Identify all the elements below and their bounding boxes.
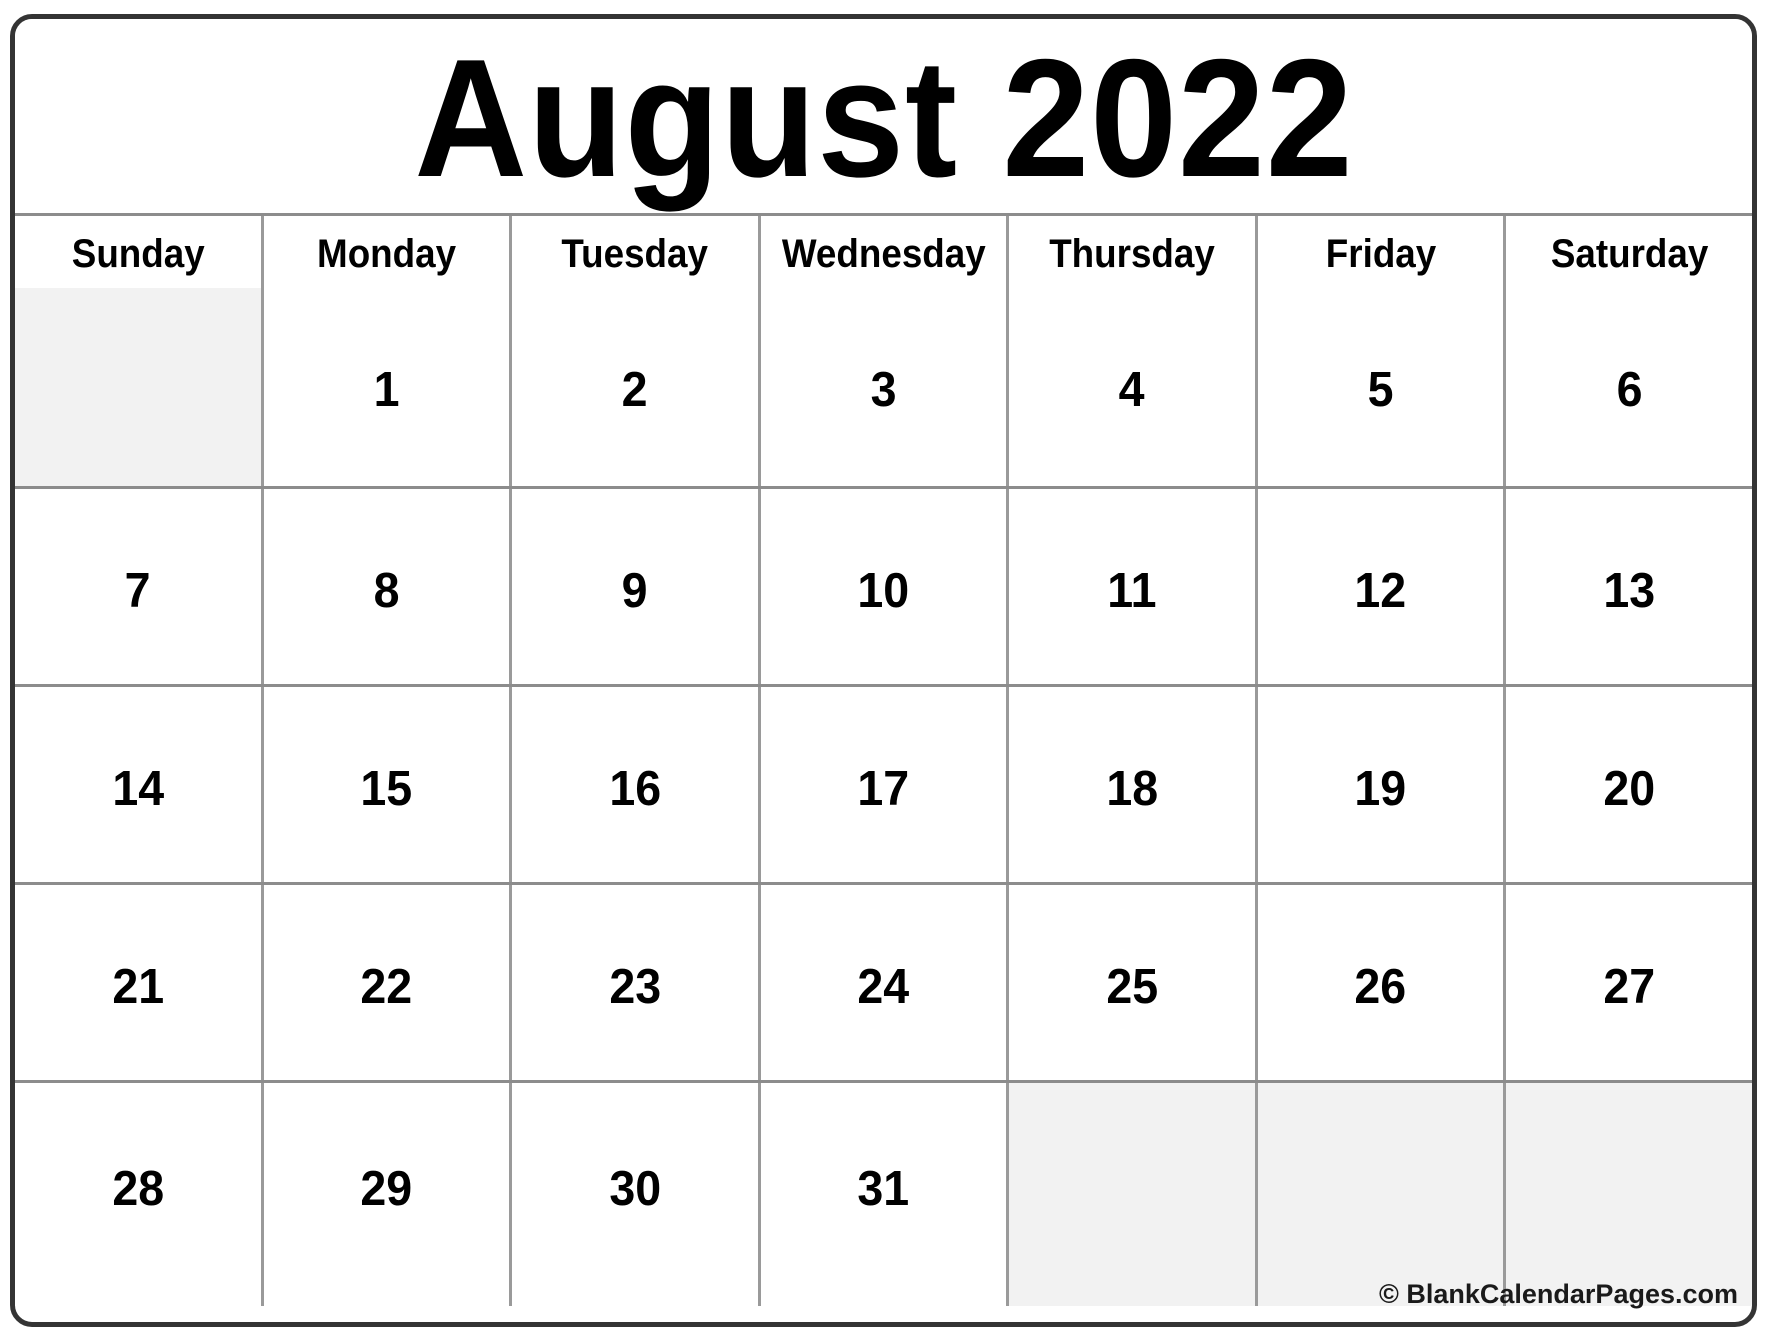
day-cell[interactable]: 24 (757, 885, 1007, 1080)
weekday-label: Thursday (1049, 232, 1215, 276)
weekday-header-monday: Monday (260, 216, 510, 288)
day-number: 30 (609, 1162, 661, 1216)
week-row: 21 22 23 24 25 26 27 (15, 882, 1752, 1080)
day-number: 18 (1106, 762, 1158, 816)
day-number: 16 (609, 762, 661, 816)
day-number: 11 (1107, 564, 1157, 618)
weekday-header-row: Sunday Monday Tuesday Wednesday Thursday… (15, 216, 1752, 288)
day-number: 27 (1603, 960, 1656, 1014)
day-number: 2 (621, 363, 648, 417)
day-number: 31 (857, 1162, 910, 1216)
weekday-header-sunday: Sunday (15, 216, 261, 288)
day-number: 13 (1603, 564, 1656, 618)
day-cell[interactable]: 22 (260, 885, 510, 1080)
day-cell[interactable]: 13 (1503, 489, 1752, 684)
day-cell[interactable] (1503, 1083, 1752, 1306)
footer-credit: © BlankCalendarPages.com (1378, 1279, 1738, 1309)
day-number: 7 (124, 564, 151, 618)
day-cell[interactable]: 9 (509, 489, 758, 684)
day-number: 26 (1354, 960, 1407, 1014)
day-cell[interactable]: 23 (509, 885, 758, 1080)
day-cell[interactable]: 2 (509, 288, 758, 486)
day-number: 20 (1603, 762, 1656, 816)
weekday-header-saturday: Saturday (1503, 216, 1752, 288)
day-cell[interactable]: 17 (757, 687, 1007, 882)
day-cell[interactable]: 4 (1006, 288, 1255, 486)
day-cell[interactable]: 7 (15, 489, 261, 684)
day-cell[interactable]: 6 (1503, 288, 1752, 486)
day-number: 5 (1367, 363, 1394, 417)
day-cell[interactable]: 26 (1254, 885, 1504, 1080)
day-cell[interactable]: 3 (757, 288, 1007, 486)
day-cell[interactable]: 25 (1006, 885, 1255, 1080)
day-cell[interactable]: 31 (757, 1083, 1007, 1306)
day-cell[interactable]: 29 (260, 1083, 510, 1306)
weekday-label: Friday (1325, 232, 1436, 276)
day-cell[interactable] (1006, 1083, 1255, 1306)
day-cell[interactable] (15, 288, 261, 486)
day-number: 29 (360, 1162, 413, 1216)
day-cell[interactable]: 16 (509, 687, 758, 882)
day-number: 14 (111, 762, 164, 816)
day-number: 17 (857, 762, 910, 816)
day-cell[interactable] (1254, 1083, 1504, 1306)
day-cell[interactable]: 21 (15, 885, 261, 1080)
day-number: 21 (111, 960, 164, 1014)
day-number: 4 (1119, 363, 1146, 417)
calendar-grid: Sunday Monday Tuesday Wednesday Thursday… (15, 213, 1752, 1322)
day-number: 8 (373, 564, 400, 618)
day-number: 1 (373, 363, 400, 417)
day-cell[interactable]: 11 (1006, 489, 1255, 684)
day-cell[interactable]: 28 (15, 1083, 261, 1306)
weekday-header-tuesday: Tuesday (509, 216, 758, 288)
day-cell[interactable]: 1 (260, 288, 510, 486)
weekday-label: Wednesday (781, 232, 986, 276)
day-number: 25 (1106, 960, 1158, 1014)
weekday-header-thursday: Thursday (1006, 216, 1255, 288)
day-number: 22 (360, 960, 413, 1014)
weekday-label: Sunday (71, 232, 205, 276)
calendar-frame: August 2022 Sunday Monday Tuesday Wednes… (10, 14, 1757, 1327)
week-row: 28 29 30 31 (15, 1080, 1752, 1306)
day-number: 9 (621, 564, 648, 618)
weekday-header-wednesday: Wednesday (757, 216, 1007, 288)
day-cell[interactable]: 14 (15, 687, 261, 882)
day-number: 23 (609, 960, 661, 1014)
day-number: 28 (111, 1162, 164, 1216)
day-number: 3 (870, 363, 897, 417)
weekday-label: Saturday (1550, 232, 1708, 276)
week-row: 1 2 3 4 5 6 (15, 288, 1752, 486)
page-title: August 2022 (413, 24, 1354, 212)
day-cell[interactable]: 27 (1503, 885, 1752, 1080)
day-cell[interactable]: 18 (1006, 687, 1255, 882)
calendar-page: August 2022 Sunday Monday Tuesday Wednes… (0, 0, 1767, 1339)
day-number: 10 (857, 564, 910, 618)
calendar-title-bar: August 2022 (15, 19, 1752, 213)
week-row: 7 8 9 10 11 12 13 (15, 486, 1752, 684)
day-cell[interactable]: 15 (260, 687, 510, 882)
day-cell[interactable]: 20 (1503, 687, 1752, 882)
day-cell[interactable]: 5 (1254, 288, 1504, 486)
weekday-header-friday: Friday (1254, 216, 1504, 288)
weekday-label: Monday (316, 232, 456, 276)
day-number: 6 (1616, 363, 1643, 417)
weekday-label: Tuesday (561, 232, 709, 276)
day-cell[interactable]: 12 (1254, 489, 1504, 684)
day-cell[interactable]: 19 (1254, 687, 1504, 882)
week-row: 14 15 16 17 18 19 20 (15, 684, 1752, 882)
day-number: 12 (1354, 564, 1407, 618)
day-cell[interactable]: 8 (260, 489, 510, 684)
day-number: 19 (1354, 762, 1407, 816)
day-number: 15 (360, 762, 413, 816)
day-number: 24 (857, 960, 910, 1014)
day-cell[interactable]: 30 (509, 1083, 758, 1306)
day-cell[interactable]: 10 (757, 489, 1007, 684)
